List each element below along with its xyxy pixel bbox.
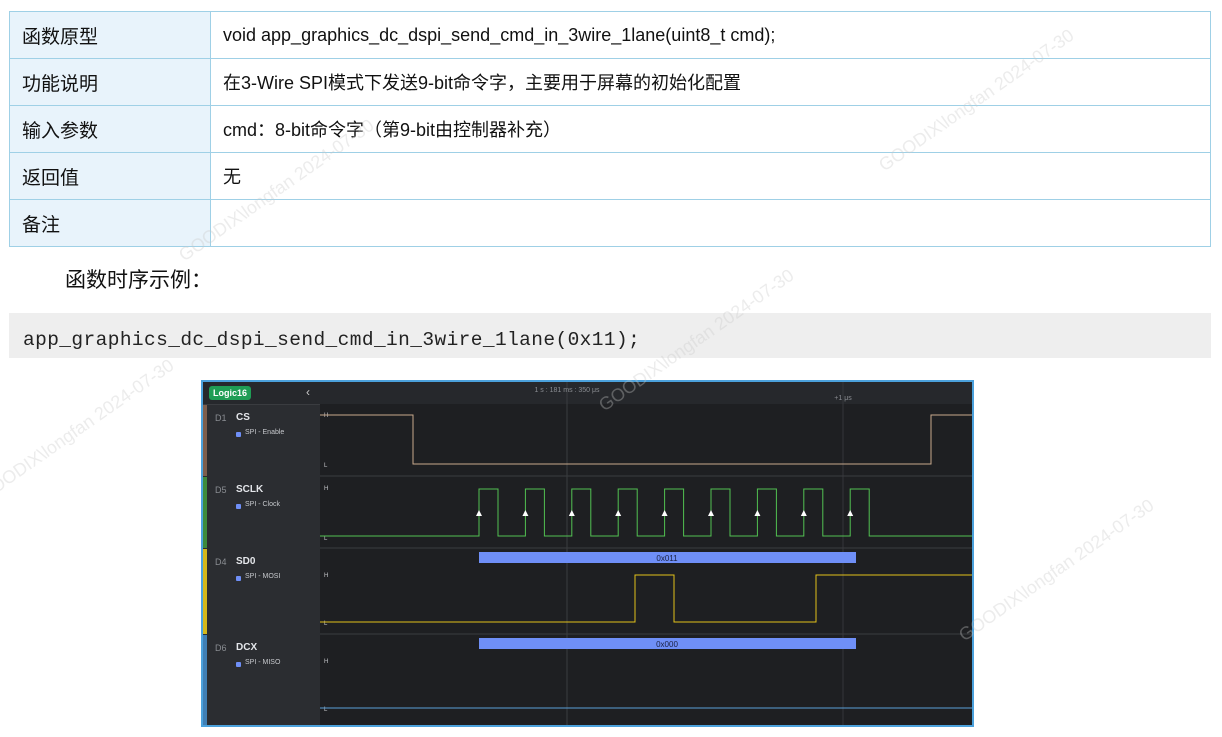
row-key-prototype: 函数原型 [9,11,211,59]
row-value-params: cmd：8-bit命令字（第9-bit由控制器补充） [210,105,1211,153]
analyzer-dot-icon [236,662,241,667]
code-block: app_graphics_dc_dspi_send_cmd_in_3wire_1… [9,313,1211,358]
sd0-trace [320,574,972,623]
channel-name: SCLK [236,484,264,495]
channel-analyzer: SPI - MOSI [245,573,281,580]
channel-panel-header: Logic16 ‹ [203,382,320,405]
row-key-return: 返回值 [9,152,211,200]
row-value-return: 无 [210,152,1211,200]
table-row: 返回值 无 [9,152,1211,200]
level-low-label: L [324,536,328,542]
cs-trace [320,414,972,465]
table-row: 输入参数 cmd：8-bit命令字（第9-bit由控制器补充） [9,105,1211,153]
timeline-ruler [320,382,972,404]
level-high-label: H [324,413,328,419]
channel-id: D1 [215,413,227,423]
time-label: 1 s : 181 ms : 350 μs [534,387,600,394]
rising-edge-marker [522,510,529,516]
mosi-decode-value: 0x011 [656,554,678,563]
rising-edge-marker [800,510,807,516]
sclk-trace [320,488,972,537]
rising-edge-marker [568,510,575,516]
section-heading: 函数时序示例： [65,268,212,292]
level-high-label: H [324,659,328,665]
miso-decode-value: 0x000 [656,640,678,649]
channel-analyzer: SPI - MISO [245,659,281,666]
sclk-waveform [320,488,972,537]
channel-row-sclk: D5 SCLK SPI - Clock [203,477,320,548]
channel-analyzer: SPI - Enable [245,429,285,436]
channel-color-bar [203,405,207,476]
channel-panel: Logic16 ‹ D1 CS SPI - Enable D5 SCLK SPI… [203,382,320,725]
watermark: GOODIX\longfan 2024-07-30 [955,495,1158,646]
channel-name: SD0 [236,556,256,567]
channel-id: D5 [215,485,227,495]
level-high-label: H [324,573,328,579]
row-value-notes [210,199,1211,247]
channel-id: D4 [215,557,227,567]
analyzer-dot-icon [236,504,241,509]
delta-label: +1 μs [834,395,852,402]
watermark: GOODIX\longfan 2024-07-30 [0,355,178,506]
function-spec-table: 函数原型 void app_graphics_dc_dspi_send_cmd_… [9,11,1211,247]
analyzer-dot-icon [236,432,241,437]
rising-edge-marker [847,510,854,516]
code-line: app_graphics_dc_dspi_send_cmd_in_3wire_1… [23,329,641,351]
channel-row-dcx: D6 DCX SPI - MISO [203,635,320,725]
level-high-label: H [324,486,328,492]
channel-row-sd0: D4 SD0 SPI - MOSI [203,549,320,634]
channel-name: CS [236,412,250,423]
rising-edge-marker [661,510,668,516]
table-row: 备注 [9,199,1211,247]
rising-edge-marker [708,510,714,516]
row-key-params: 输入参数 [9,105,211,153]
table-row: 函数原型 void app_graphics_dc_dspi_send_cmd_… [9,11,1211,59]
level-low-label: L [324,463,328,469]
row-value-description: 在3-Wire SPI模式下发送9-bit命令字，主要用于屏幕的初始化配置 [210,58,1211,106]
table-row: 功能说明 在3-Wire SPI模式下发送9-bit命令字，主要用于屏幕的初始化… [9,58,1211,106]
row-value-prototype: void app_graphics_dc_dspi_send_cmd_in_3w… [210,11,1211,59]
waveform-area[interactable]: 1 s : 181 ms : 350 μs +1 μs H L H L H L … [320,382,972,725]
channel-id: D6 [215,643,227,653]
row-key-notes: 备注 [9,199,211,247]
rising-edge-marker [476,510,482,516]
channel-color-bar [203,549,207,634]
channel-row-cs: D1 CS SPI - Enable [203,405,320,476]
channel-analyzer: SPI - Clock [245,501,281,508]
channel-color-bar [203,635,207,725]
device-badge: Logic16 [209,386,252,400]
rising-edge-marker [615,510,622,516]
channel-color-bar [203,477,207,548]
rising-edge-marker [754,510,761,516]
chevron-left-icon[interactable]: ‹ [306,385,310,399]
logic-analyzer-capture: Logic16 ‹ D1 CS SPI - Enable D5 SCLK SPI… [201,380,974,727]
row-key-description: 功能说明 [9,58,211,106]
channel-name: DCX [236,642,258,653]
analyzer-dot-icon [236,576,241,581]
